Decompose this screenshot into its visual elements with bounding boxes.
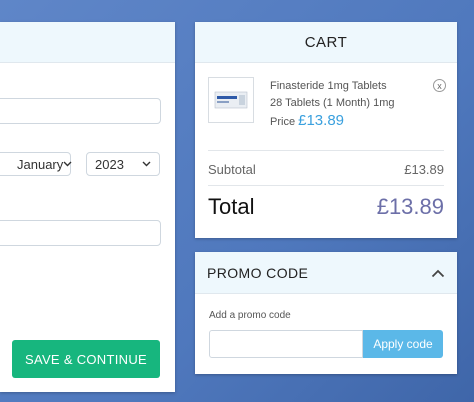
form-text-field-2[interactable] <box>0 220 161 246</box>
form-text-field-1[interactable] <box>0 98 161 124</box>
promo-code-label: Add a promo code <box>209 310 291 321</box>
save-and-continue-button[interactable]: SAVE & CONTINUE <box>12 340 160 378</box>
product-thumbnail <box>208 77 254 123</box>
subtotal-label: Subtotal <box>208 162 256 177</box>
total-row: Total £13.89 <box>208 194 444 220</box>
promo-code-panel: PROMO CODE Add a promo code Apply code <box>195 252 457 374</box>
expiry-year-select[interactable]: 2023 <box>86 152 160 176</box>
total-label: Total <box>208 194 255 219</box>
chevron-down-icon <box>63 159 72 170</box>
apply-code-button[interactable]: Apply code <box>363 330 443 358</box>
expiry-year-value: 2023 <box>95 156 124 172</box>
checkout-form-panel: January 2023 SAVE & CONTINUE <box>0 22 175 392</box>
chevron-down-icon <box>142 159 151 170</box>
cart-item-price-label: Price <box>270 116 296 128</box>
promo-code-input[interactable] <box>209 330 363 358</box>
remove-item-icon[interactable]: x <box>433 79 446 92</box>
form-panel-header <box>0 22 175 63</box>
cart-item: Finasteride 1mg Tablets 28 Tablets (1 Mo… <box>208 77 448 137</box>
cart-panel: CART Finasteride 1mg Tablets 28 Tablets … <box>195 22 457 238</box>
expiry-month-value: January <box>17 156 64 172</box>
cart-title: CART <box>195 22 457 63</box>
cart-divider <box>208 185 444 186</box>
cart-divider <box>208 150 444 151</box>
total-value: £13.89 <box>376 194 444 219</box>
cart-item-name-line1: Finasteride 1mg Tablets <box>270 80 387 92</box>
cart-item-name-line2: 28 Tablets (1 Month) 1mg <box>270 97 395 109</box>
chevron-up-icon[interactable] <box>431 265 445 281</box>
subtotal-row: Subtotal £13.89 <box>208 162 444 177</box>
expiry-month-select[interactable]: January <box>0 152 72 176</box>
promo-code-title: PROMO CODE <box>207 264 309 281</box>
cart-item-price: £13.89 <box>298 112 345 129</box>
promo-code-header[interactable]: PROMO CODE <box>195 252 457 294</box>
cart-item-details: Finasteride 1mg Tablets 28 Tablets (1 Mo… <box>270 78 395 131</box>
subtotal-value: £13.89 <box>404 162 444 177</box>
